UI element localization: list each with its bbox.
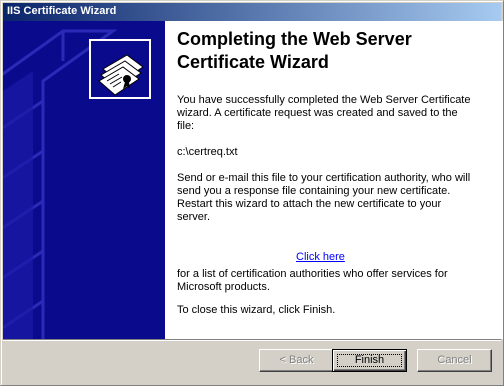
divider bbox=[3, 339, 501, 341]
certificate-icon bbox=[89, 39, 151, 99]
instructions-text: Send or e-mail this file to your certifi… bbox=[177, 172, 471, 223]
ca-list-text: for a list of certification authorities … bbox=[177, 268, 448, 293]
wizard-window: IIS Certificate Wizard Completing the We… bbox=[0, 0, 504, 386]
wizard-sidebar bbox=[3, 21, 165, 339]
sidebar-graphic bbox=[3, 29, 151, 339]
finish-button[interactable]: Finish bbox=[332, 349, 407, 372]
file-path-text: c:\certreq.txt bbox=[177, 146, 238, 158]
back-button[interactable]: < Back bbox=[259, 349, 334, 372]
finish-button-label: Finish bbox=[354, 354, 385, 366]
cancel-button[interactable]: Cancel bbox=[417, 349, 492, 372]
window-title: IIS Certificate Wizard bbox=[7, 5, 117, 17]
title-bar[interactable]: IIS Certificate Wizard bbox=[3, 3, 501, 21]
completion-text: You have successfully completed the Web … bbox=[177, 94, 471, 132]
wizard-content: Completing the Web Server Certificate Wi… bbox=[165, 21, 503, 339]
click-here-link[interactable]: Click here bbox=[296, 251, 345, 263]
page-title: Completing the Web Server Certificate Wi… bbox=[177, 29, 412, 72]
close-instructions-text: To close this wizard, click Finish. bbox=[177, 304, 336, 316]
